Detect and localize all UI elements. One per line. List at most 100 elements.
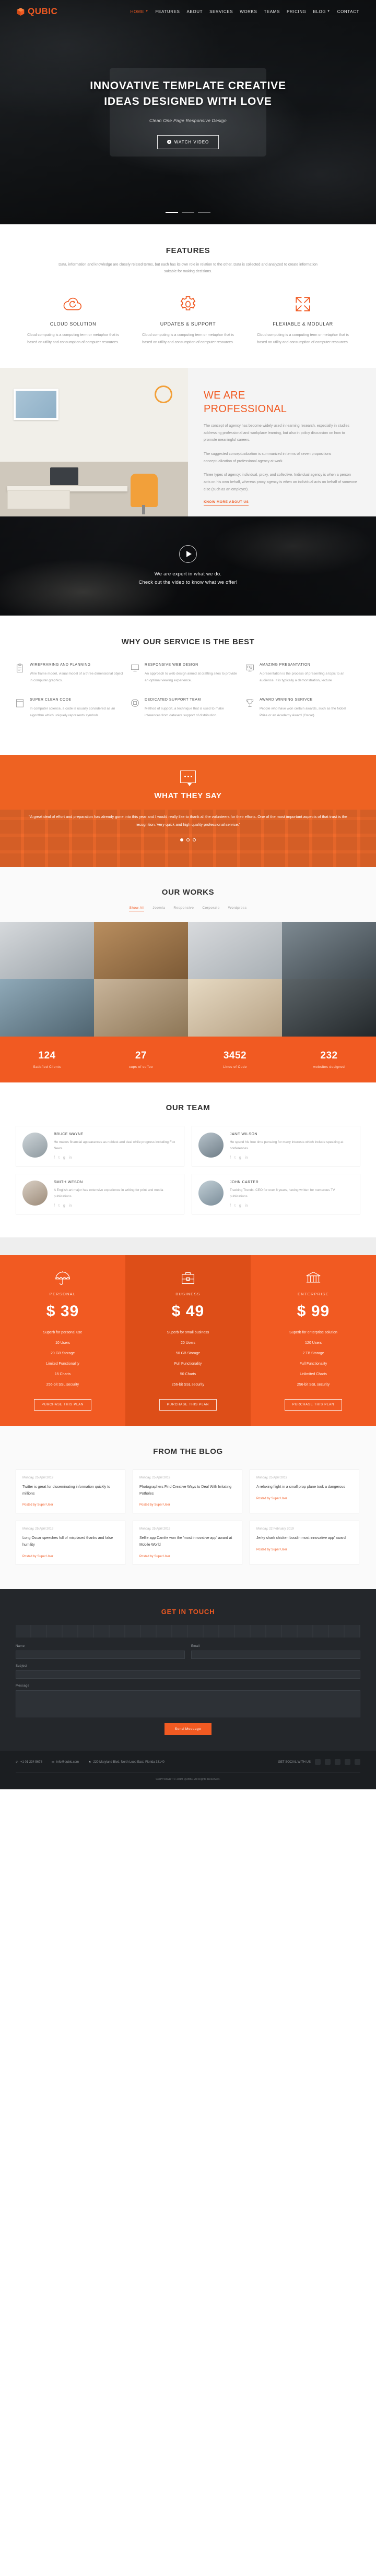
team-grid: BRUCE WAYNE He makes financial appearanc…	[16, 1125, 360, 1215]
watch-video-button[interactable]: WATCH VIDEO	[157, 135, 219, 149]
pricing-plan-business: BUSINESS $ 49 Superb for small business …	[125, 1255, 251, 1427]
works-filter-show-all[interactable]: Show All	[129, 906, 145, 911]
twitter-icon[interactable]: t	[58, 1156, 60, 1160]
blog-post[interactable]: Monday, 25 April 2019 A relaxing flight …	[249, 1470, 359, 1514]
about-paragraph-2: The suggested conceptualization is summa…	[204, 452, 332, 463]
facebook-icon[interactable]	[315, 1759, 321, 1766]
twitter-icon[interactable]	[325, 1759, 331, 1766]
plan-feature: 20 GB Storage	[50, 1352, 75, 1356]
blog-post[interactable]: Monday, 25 April 2019 Twitter is great f…	[16, 1470, 125, 1514]
team-member-jane-wilson: JANE WILSON He spend his free time pursu…	[192, 1125, 360, 1166]
gplus-icon[interactable]: g	[239, 1156, 241, 1160]
avatar	[22, 1132, 48, 1158]
twitter-icon[interactable]: t	[234, 1204, 236, 1208]
blog-post[interactable]: Monday, 25 April 2019 Selfie app Camfie …	[132, 1521, 242, 1565]
hero-dot-2[interactable]	[182, 212, 194, 213]
nav-item-teams[interactable]: TEAMS	[264, 9, 280, 14]
blog-post[interactable]: Monday, 25 April 2019 Long Oscar speeche…	[16, 1521, 125, 1565]
purchase-plan-button[interactable]: PURCHASE THIS PLAN	[33, 1399, 92, 1411]
hero-dot-1[interactable]	[166, 212, 178, 213]
purchase-plan-button[interactable]: PURCHASE THIS PLAN	[159, 1399, 217, 1411]
gplus-icon[interactable]: g	[63, 1156, 65, 1160]
purchase-plan-button[interactable]: PURCHASE THIS PLAN	[284, 1399, 343, 1411]
gplus-icon[interactable]: g	[239, 1204, 241, 1208]
watch-video-label: WATCH VIDEO	[174, 139, 209, 145]
work-item[interactable]	[282, 921, 376, 979]
linkedin-icon[interactable]: in	[245, 1156, 248, 1160]
nav-item-about[interactable]: ABOUT	[187, 9, 203, 14]
nav-item-blog[interactable]: BLOG ▼	[313, 9, 331, 14]
counter-number: 124	[38, 1050, 56, 1061]
counter-label: Lines of Code	[223, 1065, 247, 1069]
nav-label: CONTACT	[337, 9, 359, 14]
briefcase-icon	[133, 1269, 243, 1287]
facebook-icon[interactable]: f	[230, 1156, 231, 1160]
work-item[interactable]	[0, 979, 94, 1037]
video-caption-line-1: We are expert in what we do.	[154, 571, 222, 577]
blog-post-author: Posted by Super User	[139, 1555, 170, 1558]
work-item[interactable]	[0, 921, 94, 979]
work-item[interactable]	[94, 979, 188, 1037]
linkedin-icon[interactable]: in	[69, 1156, 72, 1160]
testimonial-slider-dots[interactable]	[0, 838, 376, 841]
gplus-icon[interactable]	[345, 1759, 350, 1766]
team-member-social: f t g in	[230, 1156, 354, 1160]
gplus-icon[interactable]: g	[63, 1204, 65, 1208]
twitter-icon[interactable]: t	[234, 1156, 236, 1160]
nav-item-contact[interactable]: CONTACT	[337, 9, 359, 14]
logo[interactable]: QUBIC	[17, 6, 57, 17]
work-item[interactable]	[282, 979, 376, 1037]
hero-slider-dots[interactable]	[166, 212, 210, 213]
footer-phone: ✆ +1 01 234 5678	[16, 1761, 42, 1764]
nav-item-features[interactable]: FEATURES	[156, 9, 180, 14]
twitter-icon[interactable]: t	[58, 1204, 60, 1208]
cloud-refresh-icon	[25, 293, 121, 315]
about-heading-line-2: PROFESSIONAL	[204, 403, 287, 415]
linkedin-icon[interactable]	[335, 1759, 340, 1766]
work-item[interactable]	[94, 921, 188, 979]
know-more-link[interactable]: KNOW MORE ABOUT US	[204, 500, 249, 506]
nav-item-works[interactable]: WORKS	[240, 9, 257, 14]
works-filter-responsive[interactable]: Responsive	[173, 906, 194, 911]
services-list: WIREFRAMING AND PLANNING Wire frame mode…	[16, 663, 360, 732]
email-field[interactable]	[191, 1650, 360, 1659]
email-field-label: Email	[191, 1644, 200, 1648]
play-icon[interactable]	[179, 545, 197, 563]
testimonial-dot-1[interactable]	[180, 838, 183, 841]
blog-post[interactable]: Monday, 22 February 2019 Jerky shark chi…	[249, 1521, 359, 1565]
subject-field[interactable]	[16, 1670, 360, 1679]
linkedin-icon[interactable]: in	[245, 1204, 248, 1208]
facebook-icon[interactable]: f	[54, 1156, 55, 1160]
name-field[interactable]	[16, 1650, 185, 1659]
rss-icon[interactable]	[355, 1759, 360, 1766]
map[interactable]	[16, 1624, 360, 1638]
footer-email-text: info@qubic.com	[56, 1761, 79, 1764]
message-field-group: Message	[16, 1684, 360, 1717]
works-filter-corporate[interactable]: Corporate	[202, 906, 219, 911]
works-filter-wordpress[interactable]: Wordpress	[228, 906, 247, 911]
team-member-social: f t g in	[54, 1156, 178, 1160]
hero-dot-3[interactable]	[198, 212, 210, 213]
linkedin-icon[interactable]: in	[69, 1204, 72, 1208]
facebook-icon[interactable]: f	[230, 1204, 231, 1208]
testimonial-dot-3[interactable]	[193, 838, 196, 841]
nav-item-home[interactable]: HOME ▼	[131, 9, 149, 14]
testimonial-dot-2[interactable]	[186, 838, 190, 841]
work-item[interactable]	[188, 979, 282, 1037]
message-field[interactable]	[16, 1690, 360, 1717]
nav-item-services[interactable]: SERVICES	[209, 9, 233, 14]
blog-post[interactable]: Monday, 25 April 2019 Photographers Find…	[132, 1470, 242, 1514]
about-paragraph-1: The concept of agency has become widely …	[204, 424, 349, 442]
blog-post-author: Posted by Super User	[22, 1503, 53, 1507]
send-message-button[interactable]: Send Message	[164, 1723, 212, 1735]
facebook-icon[interactable]: f	[54, 1204, 55, 1208]
work-item[interactable]	[188, 921, 282, 979]
service-item-presentation: AMAZING PRESANTATION A presentation is t…	[245, 663, 360, 698]
counter-number: 3452	[223, 1050, 247, 1061]
name-field-group: Name	[16, 1645, 185, 1659]
plan-feature: Full Functionality	[299, 1362, 327, 1366]
code-window-icon	[16, 698, 25, 719]
nav-item-pricing[interactable]: PRICING	[287, 9, 307, 14]
service-item-responsive-design: RESPONSIVE WEB DESIGN An approach to web…	[131, 663, 245, 698]
works-filter-joomla[interactable]: Joomla	[152, 906, 165, 911]
